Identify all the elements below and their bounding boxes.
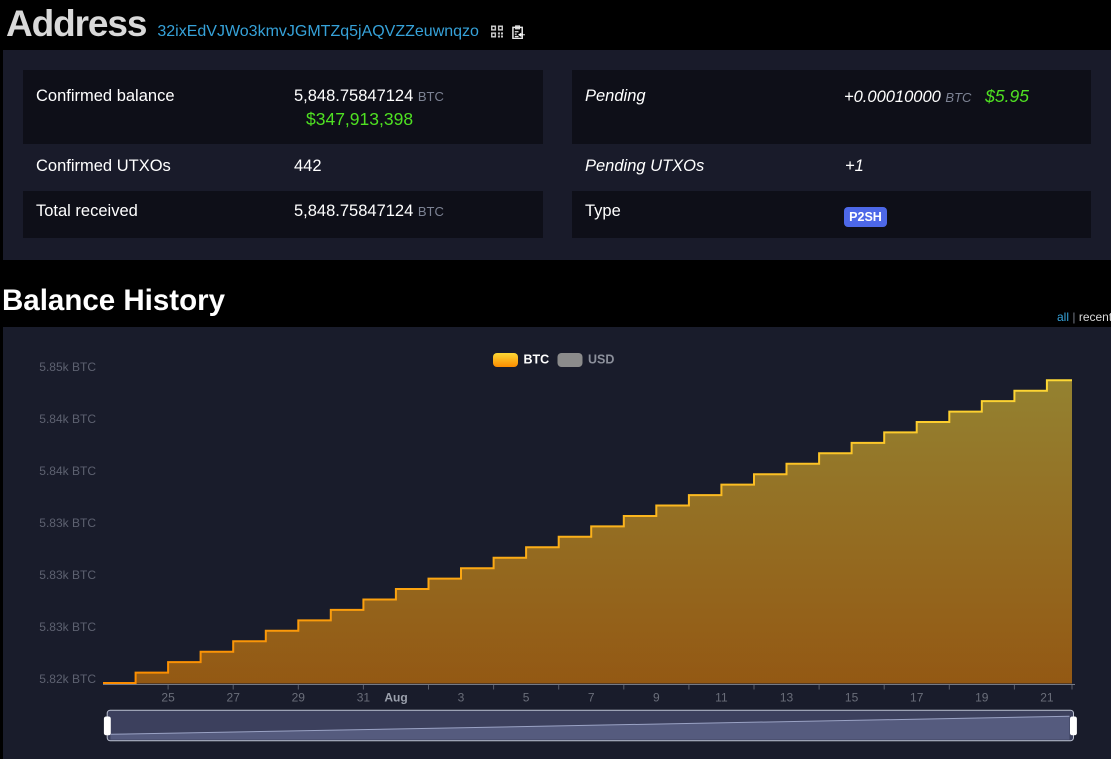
svg-text:5.83k BTC: 5.83k BTC (39, 620, 96, 634)
svg-text:27: 27 (227, 691, 241, 705)
svg-text:3: 3 (458, 691, 465, 705)
svg-text:Aug: Aug (384, 691, 407, 705)
svg-text:11: 11 (715, 691, 728, 705)
svg-text:BTC: BTC (524, 353, 550, 367)
svg-text:21: 21 (1040, 691, 1054, 705)
svg-text:5.83k BTC: 5.83k BTC (39, 516, 96, 530)
svg-text:USD: USD (588, 353, 614, 367)
svg-text:9: 9 (653, 691, 660, 705)
svg-text:7: 7 (588, 691, 595, 705)
svg-text:5.84k BTC: 5.84k BTC (39, 464, 96, 478)
svg-text:17: 17 (910, 691, 924, 705)
svg-text:5.82k BTC: 5.82k BTC (39, 672, 96, 686)
svg-text:25: 25 (161, 691, 175, 705)
svg-text:5: 5 (523, 691, 530, 705)
svg-text:5.83k BTC: 5.83k BTC (39, 568, 96, 582)
svg-text:5.84k BTC: 5.84k BTC (39, 412, 96, 426)
svg-text:19: 19 (975, 691, 989, 705)
svg-text:15: 15 (845, 691, 859, 705)
svg-text:31: 31 (357, 691, 371, 705)
svg-text:29: 29 (292, 691, 306, 705)
svg-text:5.85k BTC: 5.85k BTC (39, 360, 96, 374)
svg-text:13: 13 (780, 691, 794, 705)
